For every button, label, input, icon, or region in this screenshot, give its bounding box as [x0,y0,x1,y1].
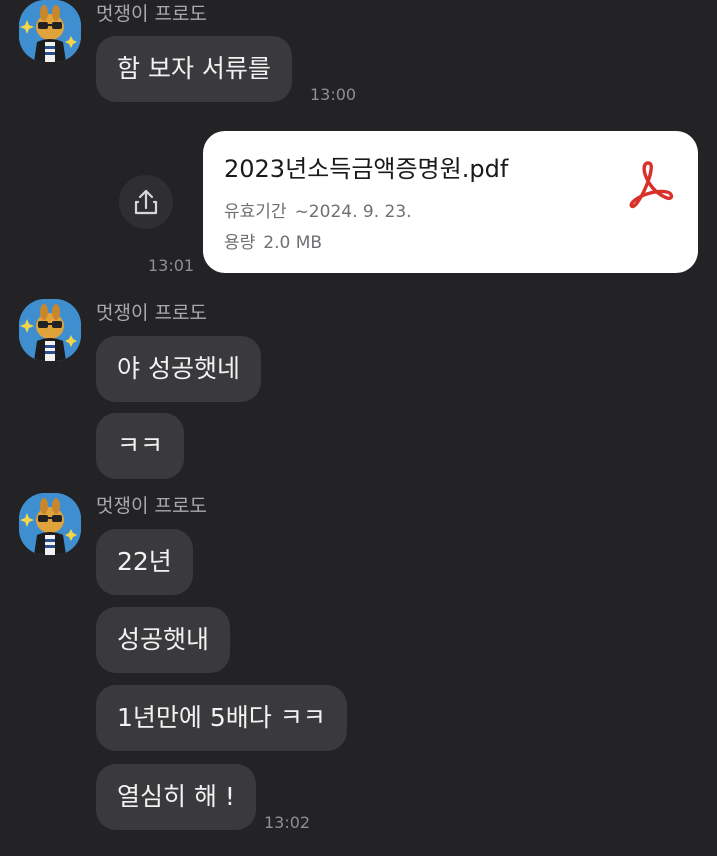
file-size-value: 2.0 MB [263,233,323,253]
file-validity-label: 유효기간 [224,202,287,222]
message-time: 13:00 [310,85,357,104]
sender-avatar[interactable] [19,0,81,62]
message-bubble[interactable]: 열심히 해 ! [96,764,256,830]
file-attachment-card[interactable]: 2023년소득금액증명원.pdf 유효기간 ~2024. 9. 23. 용량 2.0… [203,131,698,273]
file-size-label: 용량 [224,233,256,253]
file-validity: 유효기간 ~2024. 9. 23. [224,197,412,222]
message-time: 13:02 [264,813,311,832]
file-validity-value: ~2024. 9. 23. [294,202,412,222]
file-size: 용량 2.0 MB [224,228,322,253]
message-bubble[interactable]: 야 성공햇네 [96,336,261,402]
message-bubble[interactable]: 함 보자 서류를 [96,36,292,102]
message-bubble[interactable]: ㅋㅋ [96,413,185,479]
pdf-icon [623,157,675,209]
message-bubble[interactable]: 22년 [96,529,193,595]
share-button[interactable] [119,175,173,229]
message-bubble[interactable]: 성공햇내 [96,607,231,673]
sender-name: 멋쟁이 프로도 [96,3,207,25]
share-icon [134,189,158,215]
message-time: 13:01 [148,256,195,275]
sender-name: 멋쟁이 프로도 [96,302,207,324]
sender-avatar[interactable] [19,493,81,555]
message-bubble[interactable]: 1년만에 5배다 ㅋㅋ [96,685,347,751]
file-name: 2023년소득금액증명원.pdf [224,155,509,183]
sender-avatar[interactable] [19,299,81,361]
sender-name: 멋쟁이 프로도 [96,495,207,517]
